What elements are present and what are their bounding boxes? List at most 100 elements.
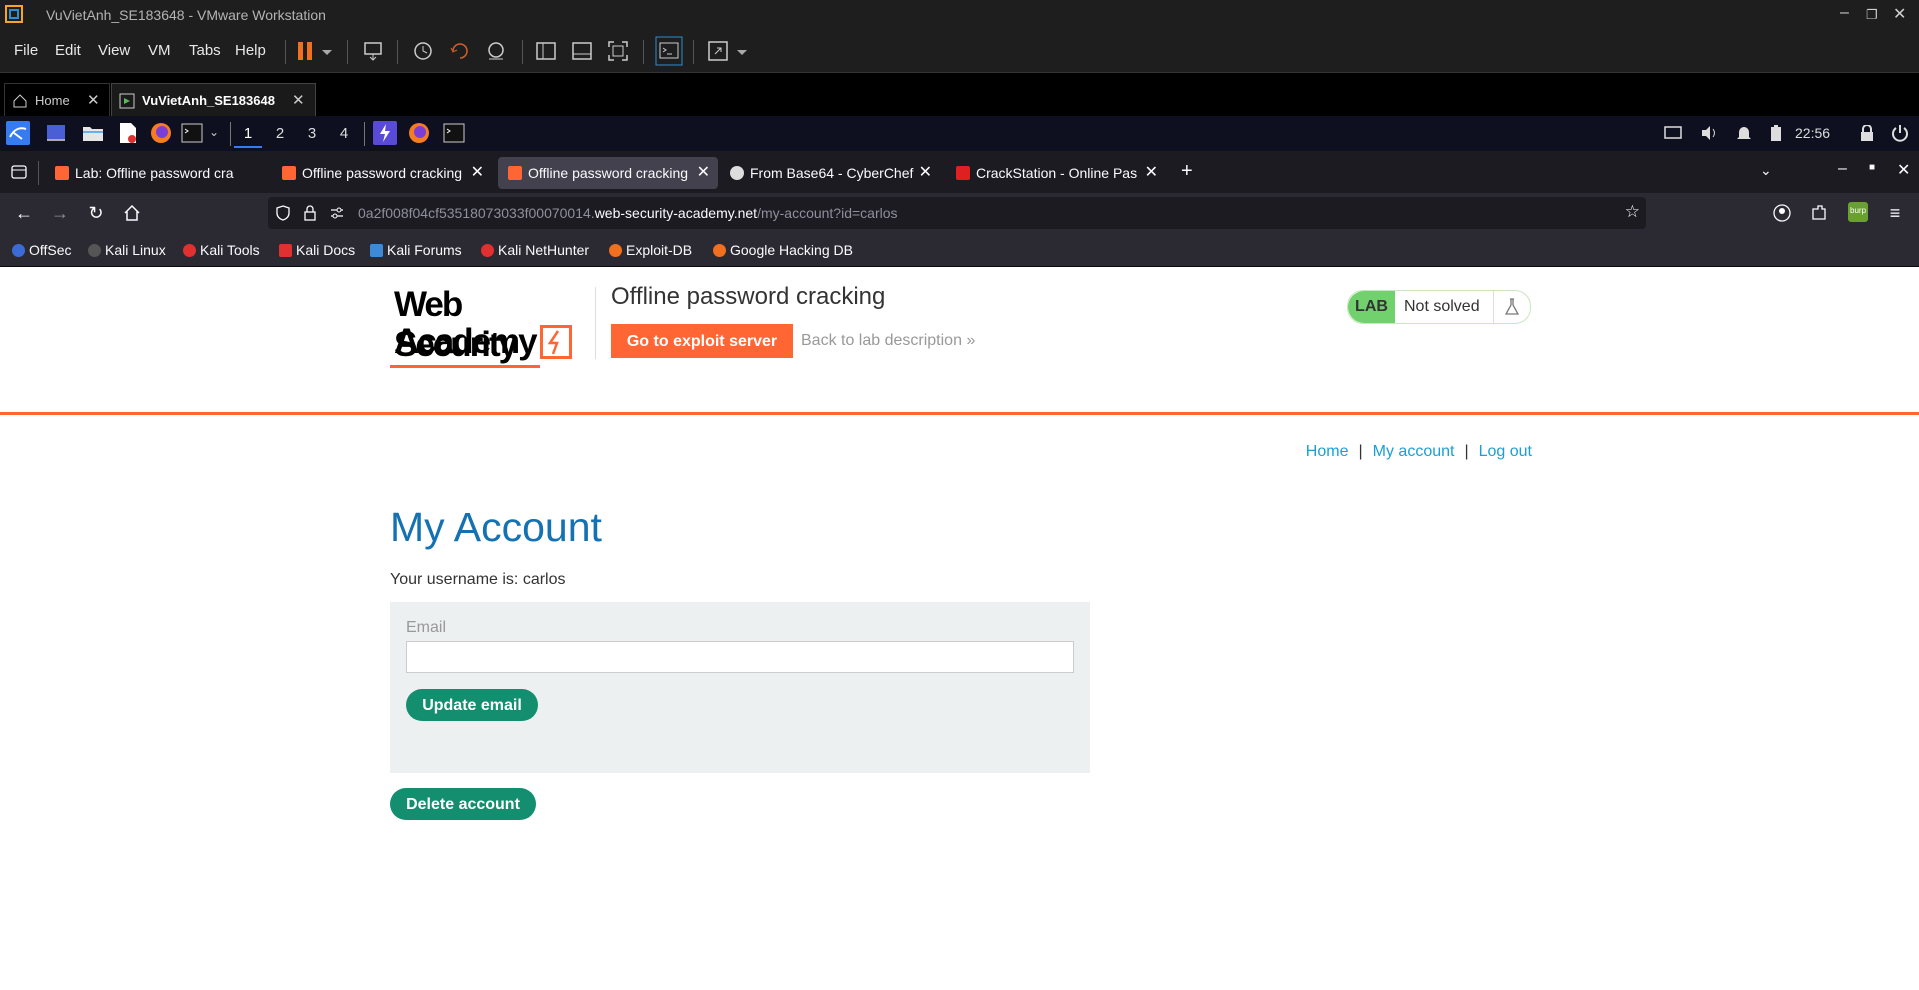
burp-favicon-icon — [508, 166, 522, 180]
menu-edit[interactable]: Edit — [55, 42, 81, 59]
new-tab-icon[interactable]: + — [1181, 160, 1193, 183]
burp-suite-icon[interactable] — [373, 121, 397, 145]
bookmark-star-icon[interactable]: ☆ — [1625, 202, 1640, 222]
firefox-icon[interactable] — [150, 122, 172, 144]
fullscreen-icon[interactable] — [607, 40, 629, 62]
console-view-icon[interactable] — [655, 36, 683, 66]
lab-status-text: Not solved — [1404, 298, 1480, 315]
volume-icon[interactable] — [1700, 125, 1718, 141]
clock: 22:56 — [1795, 125, 1831, 141]
revert-snapshot-icon[interactable] — [449, 40, 471, 62]
chevron-down-icon[interactable] — [320, 40, 334, 62]
tab-vm[interactable]: VuVietAnh_SE183648 ✕ — [111, 83, 316, 118]
workspace-1[interactable]: 1 — [234, 122, 262, 148]
nav-home-link[interactable]: Home — [1306, 443, 1349, 460]
minimize-icon[interactable]: – — [1840, 4, 1849, 22]
burp-extension-icon[interactable]: burp — [1847, 201, 1869, 223]
chevron-down-icon[interactable] — [735, 40, 749, 62]
bookmark-kali-forums[interactable]: Kali Forums — [370, 242, 462, 258]
text-editor-icon[interactable] — [118, 122, 138, 144]
lock-icon[interactable] — [304, 205, 316, 221]
close-tab-icon[interactable]: ✕ — [1145, 157, 1158, 189]
close-tab-icon[interactable]: ✕ — [919, 157, 932, 189]
hamburger-menu-icon[interactable]: ≡ — [1883, 201, 1907, 225]
firefox-icon[interactable] — [408, 122, 430, 144]
nav-my-account-link[interactable]: My account — [1373, 443, 1455, 460]
forward-arrow-icon[interactable]: → — [48, 201, 72, 225]
logo-text-line2: Academy — [394, 322, 538, 361]
menu-help[interactable]: Help — [235, 42, 266, 59]
notification-bell-icon[interactable] — [1736, 125, 1752, 141]
bookmark-offsec[interactable]: OffSec — [12, 242, 72, 258]
close-icon[interactable]: ✕ — [292, 91, 305, 109]
stretch-icon[interactable] — [707, 40, 729, 62]
thumbnail-view-icon[interactable] — [571, 40, 593, 62]
browser-navbar: ← → ↻ 0a2f008f04cf53518073033f00070014.w… — [0, 193, 1919, 233]
close-tab-icon[interactable]: ✕ — [471, 157, 484, 189]
kali-menu-icon[interactable] — [6, 121, 30, 145]
nav-logout-link[interactable]: Log out — [1479, 443, 1532, 460]
tab-overview-icon[interactable] — [11, 165, 27, 179]
terminal-icon[interactable] — [443, 123, 465, 143]
chevron-down-icon[interactable]: ⌄ — [209, 125, 219, 139]
reload-icon[interactable]: ↻ — [84, 201, 108, 225]
divider — [38, 161, 39, 185]
browser-tab[interactable]: Lab: Offline password cra — [45, 157, 255, 189]
browser-tab-active[interactable]: Offline password cracking ✕ — [498, 157, 718, 189]
back-to-lab-description-link[interactable]: Back to lab description » — [801, 332, 975, 350]
workspace-2[interactable]: 2 — [266, 122, 294, 146]
web-security-academy-logo[interactable]: Web Security Academy — [390, 285, 590, 368]
close-icon[interactable]: ✕ — [1897, 160, 1910, 180]
home-icon[interactable] — [124, 205, 140, 221]
terminal-icon[interactable] — [181, 123, 203, 143]
offsec-icon — [12, 244, 25, 257]
bookmark-kali-nethunter[interactable]: Kali NetHunter — [481, 242, 589, 258]
url-text[interactable]: 0a2f008f04cf53518073033f00070014.web-sec… — [358, 205, 898, 221]
tab-home[interactable]: Home ✕ — [4, 83, 110, 118]
browser-tab[interactable]: From Base64 - CyberChef ✕ — [720, 157, 940, 189]
menu-tabs[interactable]: Tabs — [189, 42, 221, 59]
close-icon[interactable]: ✕ — [87, 91, 100, 109]
url-bar[interactable]: 0a2f008f04cf53518073033f00070014.web-sec… — [268, 197, 1646, 229]
snapshot-manager-icon[interactable] — [485, 40, 507, 62]
lock-icon[interactable] — [1860, 125, 1874, 141]
bookmark-kali-docs[interactable]: Kali Docs — [279, 242, 355, 258]
extensions-icon[interactable] — [1810, 204, 1828, 222]
power-icon[interactable] — [1891, 124, 1909, 142]
list-tabs-icon[interactable]: ⌄ — [1760, 162, 1772, 179]
back-arrow-icon[interactable]: ← — [12, 201, 36, 225]
desktop-icon[interactable] — [46, 124, 66, 142]
minimize-icon[interactable]: – — [1838, 160, 1847, 178]
send-keys-icon[interactable] — [362, 40, 384, 62]
kali-taskbar: ⌄ 1 2 3 4 22:56 — [0, 116, 1919, 151]
update-email-button[interactable]: Update email — [406, 689, 538, 721]
email-field[interactable] — [406, 641, 1074, 673]
bookmark-google-hacking-db[interactable]: Google Hacking DB — [713, 242, 853, 258]
go-to-exploit-server-button[interactable]: Go to exploit server — [611, 324, 793, 358]
bookmark-exploit-db[interactable]: Exploit-DB — [609, 242, 692, 258]
menu-vm[interactable]: VM — [148, 42, 171, 59]
account-icon[interactable] — [1773, 204, 1791, 222]
delete-account-button[interactable]: Delete account — [390, 788, 536, 820]
menu-view[interactable]: View — [98, 42, 130, 59]
workspace-3[interactable]: 3 — [298, 122, 326, 146]
pause-icon[interactable] — [294, 40, 316, 62]
menu-file[interactable]: File — [14, 42, 38, 59]
shield-icon[interactable] — [276, 205, 290, 221]
permissions-icon[interactable] — [330, 207, 344, 219]
close-icon[interactable]: ✕ — [1893, 4, 1906, 24]
browser-tab[interactable]: CrackStation - Online Pas ✕ — [946, 157, 1166, 189]
maximize-icon[interactable]: ■ — [1869, 162, 1875, 173]
close-tab-icon[interactable]: ✕ — [697, 157, 710, 189]
restore-icon[interactable]: ❐ — [1866, 7, 1878, 23]
back-link-label: Back to lab description — [801, 332, 962, 349]
snapshot-icon[interactable] — [412, 40, 434, 62]
bookmark-kali-tools[interactable]: Kali Tools — [183, 242, 260, 258]
workspace-4[interactable]: 4 — [330, 122, 358, 146]
file-manager-icon[interactable] — [82, 124, 104, 142]
bookmark-kali-linux[interactable]: Kali Linux — [88, 242, 166, 258]
browser-tab[interactable]: Offline password cracking ✕ — [272, 157, 492, 189]
display-icon[interactable] — [1664, 126, 1682, 140]
url-domain: web-security-academy.net — [594, 205, 758, 221]
sidebar-view-icon[interactable] — [535, 40, 557, 62]
